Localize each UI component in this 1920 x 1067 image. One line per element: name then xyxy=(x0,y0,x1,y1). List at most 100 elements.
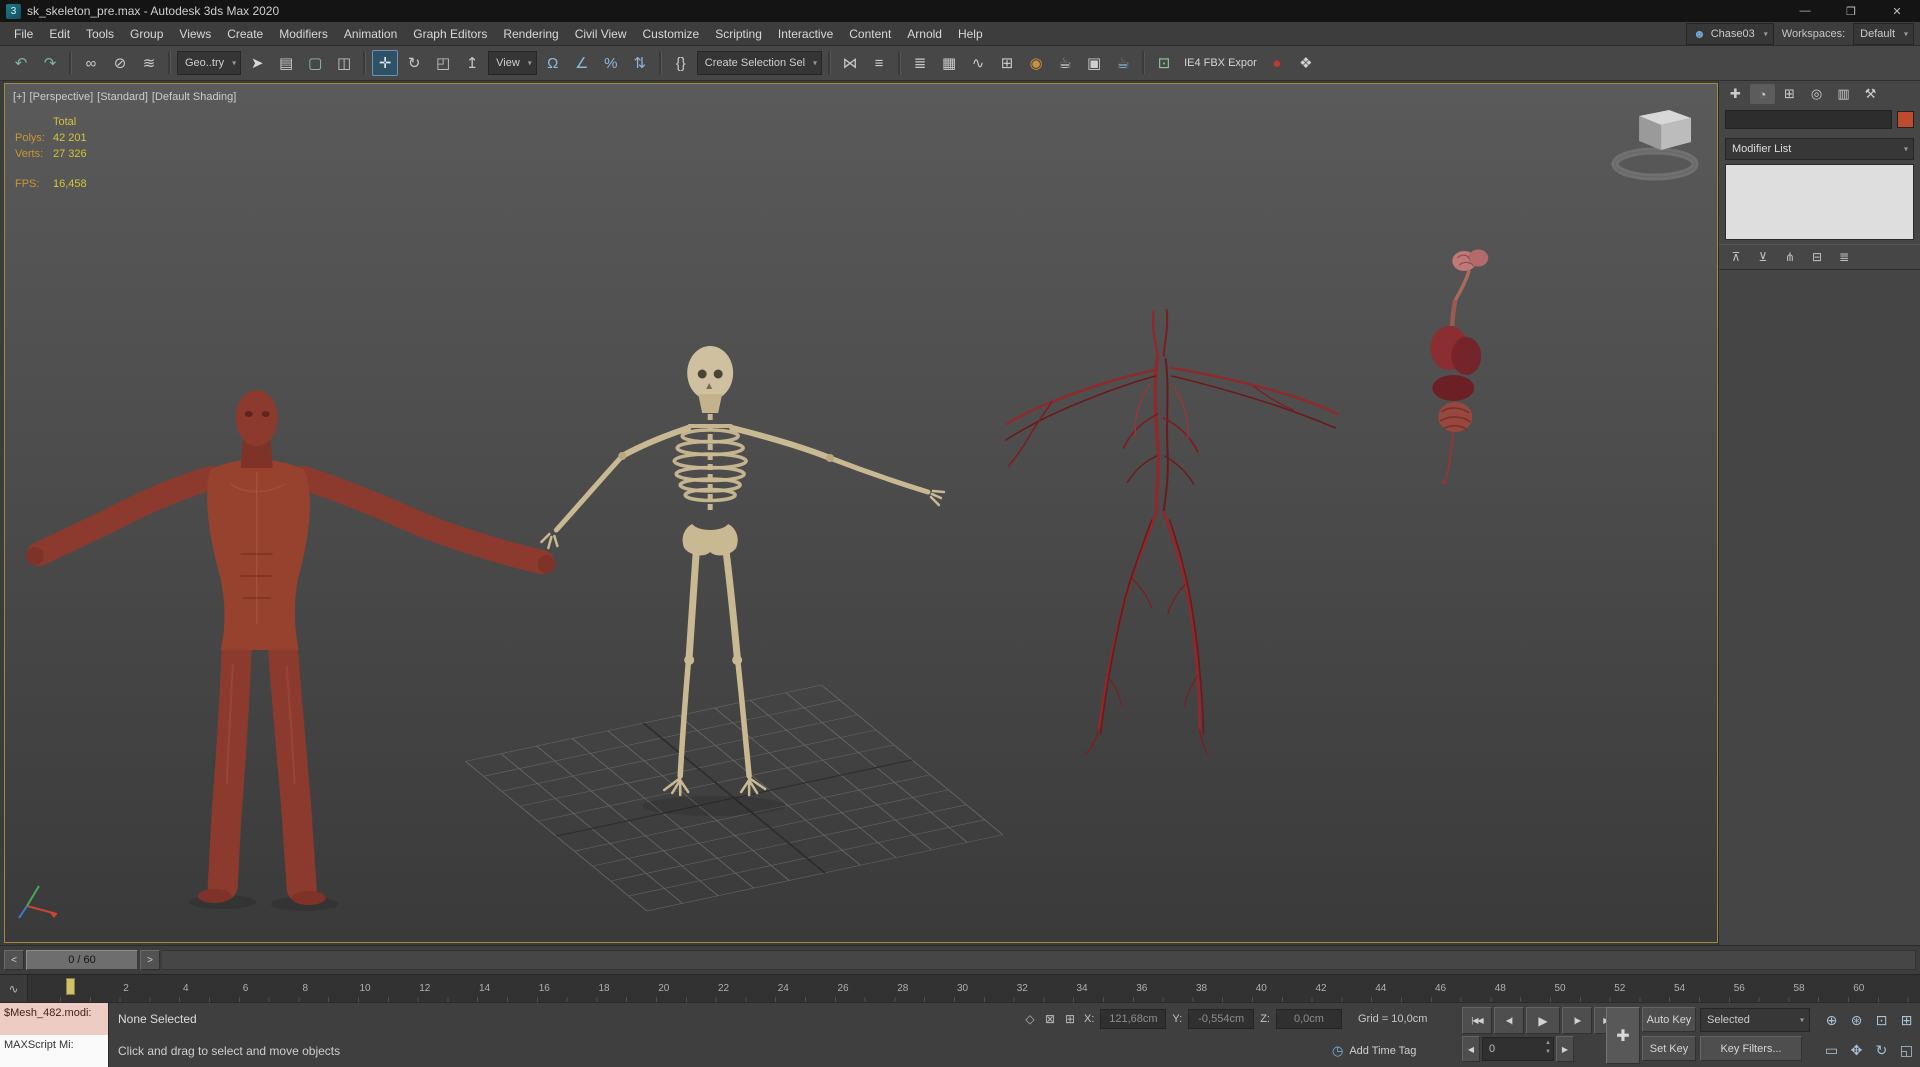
time-slider-next-button[interactable]: > xyxy=(140,950,160,970)
menu-item[interactable]: Tools xyxy=(78,25,122,43)
viewcube[interactable] xyxy=(1611,110,1699,181)
select-link-icon[interactable]: ∞ xyxy=(78,50,104,76)
spinner-snap-icon[interactable]: ⇅ xyxy=(627,50,653,76)
menu-item[interactable]: Help xyxy=(950,25,991,43)
macro-recorder-line[interactable]: $Mesh_482.modi: xyxy=(0,1003,108,1035)
menu-item[interactable]: Content xyxy=(841,25,899,43)
menu-item[interactable]: Civil View xyxy=(567,25,635,43)
window-crossing-icon[interactable]: ◫ xyxy=(331,50,357,76)
reference-coordinate-dropdown[interactable]: View xyxy=(488,51,537,75)
undo-icon[interactable]: ↶ xyxy=(8,50,34,76)
menu-item[interactable]: Views xyxy=(171,25,219,43)
time-slider-handle[interactable]: 0 / 60 xyxy=(26,950,138,970)
tab-motion[interactable]: ◎ xyxy=(1804,84,1829,104)
user-account-dropdown[interactable]: ☻ Chase03 xyxy=(1686,22,1774,45)
y-coordinate-field[interactable]: -0,554cm xyxy=(1188,1009,1255,1029)
time-slider-prev-button[interactable]: < xyxy=(4,950,24,970)
tab-utilities[interactable]: ⚒ xyxy=(1858,84,1883,104)
render-setup-icon[interactable]: ☕ xyxy=(1052,50,1078,76)
workspace-dropdown[interactable]: Default xyxy=(1853,22,1914,45)
viewport-scene[interactable] xyxy=(5,84,1717,942)
frame-back-button[interactable]: ◀ xyxy=(1462,1036,1480,1062)
make-unique-button[interactable]: ⋔ xyxy=(1781,249,1799,265)
isolate-selection-icon[interactable]: ◇ xyxy=(1022,1012,1038,1026)
percent-snap-icon[interactable]: % xyxy=(598,50,624,76)
tab-hierarchy[interactable]: ⊞ xyxy=(1777,84,1802,104)
menu-item[interactable]: Arnold xyxy=(899,25,950,43)
menu-item[interactable]: Create xyxy=(219,25,271,43)
modifier-list-dropdown[interactable]: Modifier List xyxy=(1725,138,1914,160)
set-key-button[interactable]: Set Key xyxy=(1642,1036,1696,1061)
zoom-all-icon[interactable]: ⊛ xyxy=(1845,1006,1868,1034)
mini-curve-editor-button[interactable]: ∿ xyxy=(0,975,28,1002)
plugin-export-icon[interactable]: ⊡ xyxy=(1151,50,1177,76)
menu-item[interactable]: File xyxy=(6,25,41,43)
menu-item[interactable]: Animation xyxy=(336,25,405,43)
create-selection-set-dropdown[interactable]: Create Selection Sel xyxy=(696,51,823,75)
menu-item[interactable]: Customize xyxy=(635,25,708,43)
zoom-icon[interactable]: ⊕ xyxy=(1820,1006,1843,1034)
go-to-start-button[interactable]: |◀◀ xyxy=(1462,1007,1492,1034)
mirror-icon[interactable]: ⋈ xyxy=(837,50,863,76)
current-frame-field[interactable]: 0 ▲ ▼ xyxy=(1482,1037,1554,1061)
relative-absolute-icon[interactable]: ⊞ xyxy=(1062,1012,1078,1026)
select-rotate-icon[interactable]: ↻ xyxy=(401,50,427,76)
render-production-icon[interactable]: ☕ xyxy=(1110,50,1136,76)
tab-create[interactable]: ✚ xyxy=(1723,84,1748,104)
orbit-icon[interactable]: ↻ xyxy=(1870,1036,1893,1064)
zoom-extents-icon[interactable]: ⊡ xyxy=(1870,1006,1893,1034)
key-filters-button[interactable]: Key Filters... xyxy=(1700,1036,1802,1061)
selection-lock-icon[interactable]: ⊠ xyxy=(1042,1012,1058,1026)
layer-manager-icon[interactable]: ≣ xyxy=(907,50,933,76)
previous-frame-button[interactable]: ◀| xyxy=(1494,1007,1524,1034)
redo-icon[interactable]: ↷ xyxy=(37,50,63,76)
modifier-stack[interactable] xyxy=(1725,164,1914,240)
align-icon[interactable]: ≡ xyxy=(866,50,892,76)
selection-filter-dropdown[interactable]: Geo..try xyxy=(177,51,242,75)
curve-editor-icon[interactable]: ∿ xyxy=(965,50,991,76)
viewport-shading-menu[interactable]: [Default Shading] xyxy=(152,91,236,103)
selection-region-icon[interactable]: ▢ xyxy=(302,50,328,76)
add-time-tag[interactable]: ◷ Add Time Tag xyxy=(1332,1035,1416,1067)
selection-set-filter-dropdown[interactable]: Selected xyxy=(1700,1008,1810,1032)
substance-plugin-icon[interactable]: ● xyxy=(1264,50,1290,76)
select-move-icon[interactable]: ✛ xyxy=(372,50,399,76)
time-slider[interactable]: < 0 / 60 > xyxy=(0,945,1920,974)
set-keys-button[interactable]: ✚ xyxy=(1606,1007,1640,1064)
model-organs[interactable] xyxy=(1430,249,1489,485)
z-coordinate-field[interactable]: 0,0cm xyxy=(1275,1009,1342,1029)
tab-modify[interactable]: ◔ xyxy=(1750,84,1775,104)
object-color-swatch[interactable] xyxy=(1897,111,1914,128)
viewport[interactable]: [+] [Perspective] [Standard] [Default Sh… xyxy=(4,83,1718,943)
named-selection-sets-icon[interactable]: {} xyxy=(668,50,694,76)
plugin-misc-icon[interactable]: ❖ xyxy=(1293,50,1319,76)
material-editor-icon[interactable]: ◉ xyxy=(1023,50,1049,76)
rendered-frame-icon[interactable]: ▣ xyxy=(1081,50,1107,76)
toggle-ribbon-icon[interactable]: ▦ xyxy=(936,50,962,76)
menu-item[interactable]: Edit xyxy=(41,25,78,43)
x-coordinate-field[interactable]: 121,68cm xyxy=(1100,1009,1167,1029)
pin-stack-button[interactable]: ⊼ xyxy=(1727,249,1745,265)
menu-item[interactable]: Modifiers xyxy=(271,25,336,43)
track-bar[interactable]: ∿ 2 4 6 8 10 12 14 16 18 20 22 24 26 28 30 32 34 36 38 40 42… xyxy=(0,974,1920,1002)
next-frame-button[interactable]: |▶ xyxy=(1562,1007,1592,1034)
select-scale-icon[interactable]: ◰ xyxy=(430,50,456,76)
schematic-view-icon[interactable]: ⊞ xyxy=(994,50,1020,76)
show-end-result-button[interactable]: ⊻ xyxy=(1754,249,1772,265)
remove-modifier-button[interactable]: ⊟ xyxy=(1808,249,1826,265)
auto-key-button[interactable]: Auto Key xyxy=(1642,1007,1696,1032)
menu-item[interactable]: Rendering xyxy=(495,25,566,43)
listener-line[interactable]: MAXScript Mi: xyxy=(0,1035,108,1067)
select-by-name-icon[interactable]: ▤ xyxy=(273,50,299,76)
frame-forward-button[interactable]: ▶ xyxy=(1556,1036,1574,1062)
viewport-pov-menu[interactable]: [Perspective] xyxy=(30,91,94,103)
menu-item[interactable]: Interactive xyxy=(770,25,841,43)
unlink-selection-icon[interactable]: ⊘ xyxy=(107,50,133,76)
pan-icon[interactable]: ✥ xyxy=(1845,1036,1868,1064)
minimize-button[interactable]: — xyxy=(1782,0,1828,22)
tab-display[interactable]: ▥ xyxy=(1831,84,1856,104)
viewport-style-menu[interactable]: [Standard] xyxy=(97,91,148,103)
time-slider-track[interactable] xyxy=(162,950,1916,970)
zoom-region-icon[interactable]: ▭ xyxy=(1820,1036,1843,1064)
zoom-extents-all-icon[interactable]: ⊞ xyxy=(1895,1006,1918,1034)
